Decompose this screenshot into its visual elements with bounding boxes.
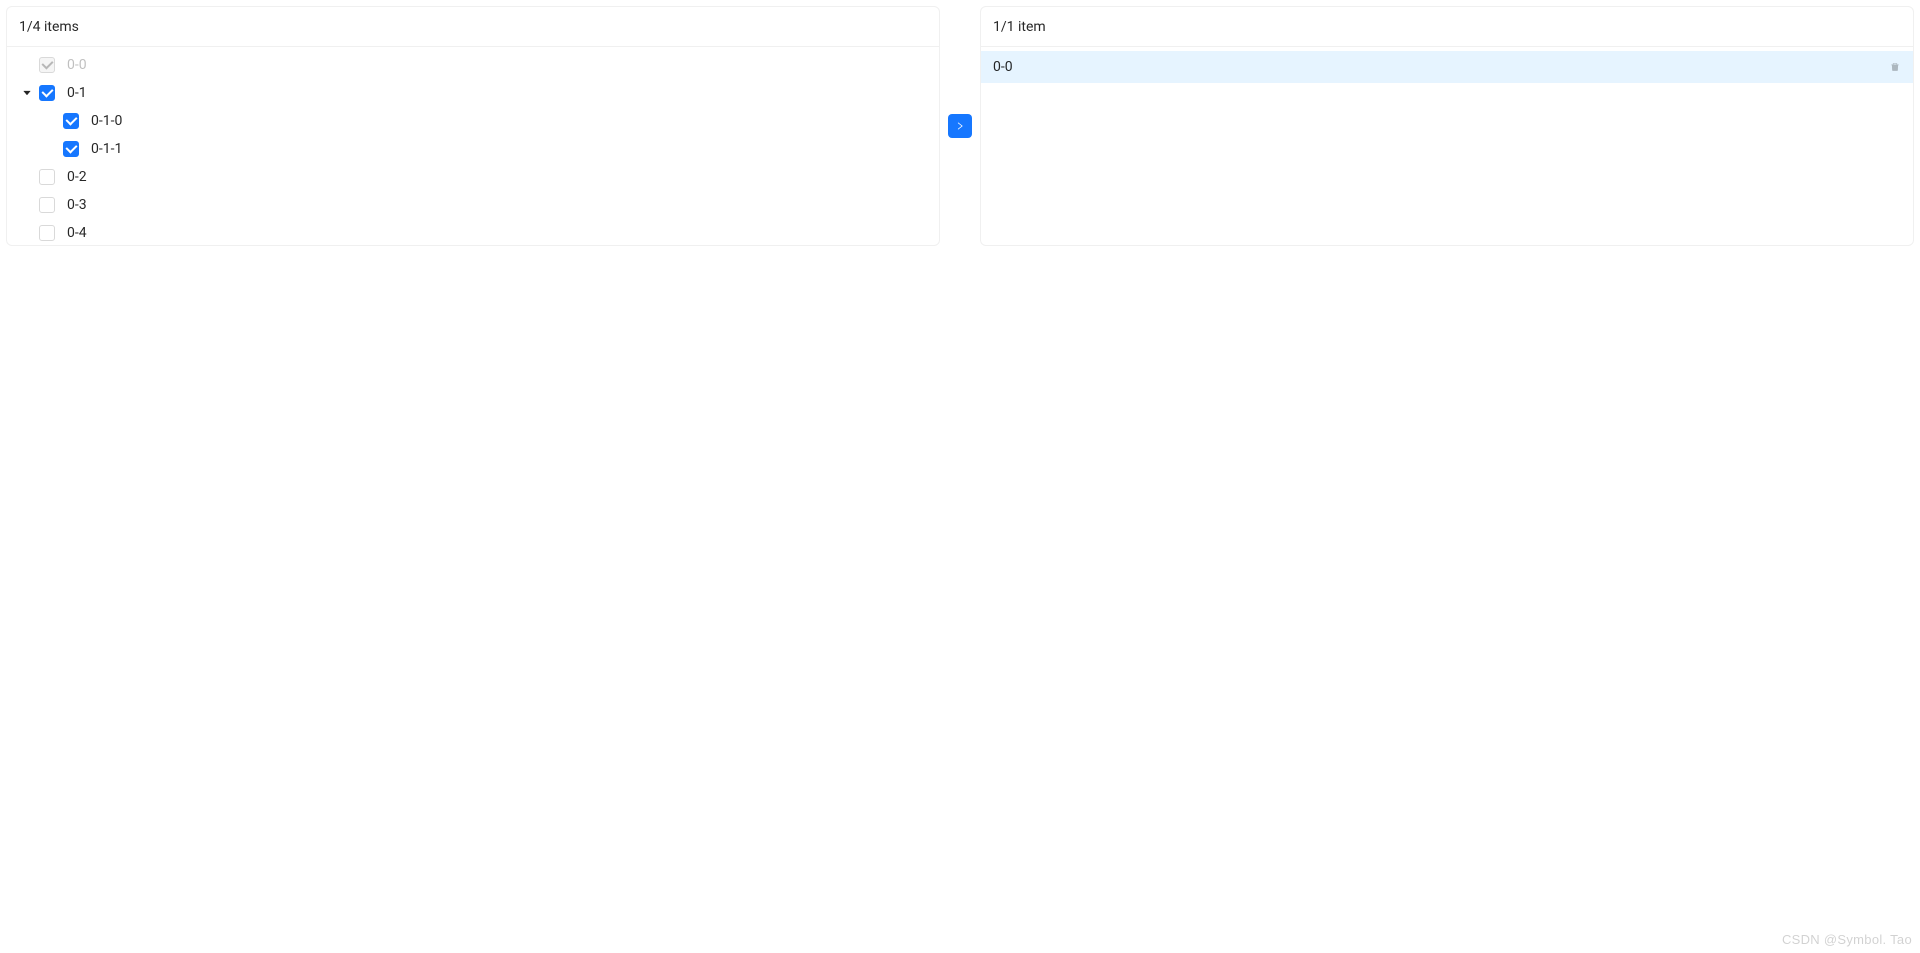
- tree-title[interactable]: 0-4: [63, 225, 91, 241]
- tree-checkbox-0-1-1[interactable]: [63, 141, 79, 157]
- tree-node-0-1-0: 0-1-0: [7, 107, 939, 135]
- tree-checkbox-0-0: [39, 57, 55, 73]
- transfer: 1/4 items 0-0 0-1 0-1-0 0-1-1 0-2 0-3 0-4 1/1 …: [0, 0, 1920, 252]
- delete-icon[interactable]: [1889, 61, 1901, 73]
- target-count-text: 1/1 item: [993, 19, 1046, 35]
- tree-checkbox-0-1[interactable]: [39, 85, 55, 101]
- tree-title[interactable]: 0-2: [63, 169, 91, 185]
- tree-node-0-1: 0-1: [7, 79, 939, 107]
- tree-indent: [15, 149, 39, 150]
- tree-node-0-0: 0-0: [7, 51, 939, 79]
- list-item-0-0[interactable]: 0-0: [981, 51, 1913, 83]
- source-panel-header: 1/4 items: [7, 7, 939, 47]
- operation-column: [940, 6, 980, 246]
- watermark-text: CSDN @Symbol. Tao: [1782, 932, 1912, 947]
- tree-checkbox-0-3[interactable]: [39, 197, 55, 213]
- tree-checkbox-0-1-0[interactable]: [63, 113, 79, 129]
- tree-title[interactable]: 0-1-0: [87, 113, 126, 129]
- transfer-right-button[interactable]: [948, 114, 972, 138]
- tree-node-0-1-1: 0-1-1: [7, 135, 939, 163]
- tree-title[interactable]: 0-1: [63, 85, 91, 101]
- tree-node-0-3: 0-3: [7, 191, 939, 219]
- source-count-text: 1/4 items: [19, 19, 79, 35]
- caret-down-icon[interactable]: [15, 81, 39, 105]
- tree-indent: [15, 121, 39, 122]
- tree-node-0-4: 0-4: [7, 219, 939, 245]
- tree-title[interactable]: 0-1-1: [87, 141, 126, 157]
- source-tree: 0-0 0-1 0-1-0 0-1-1 0-2 0-3 0-4: [7, 47, 939, 245]
- tree-title: 0-0: [63, 57, 91, 73]
- source-panel: 1/4 items 0-0 0-1 0-1-0 0-1-1 0-2 0-3 0-4: [6, 6, 940, 246]
- chevron-right-icon: [955, 121, 965, 131]
- target-list: 0-0: [981, 47, 1913, 245]
- tree-checkbox-0-4[interactable]: [39, 225, 55, 241]
- list-item-label: 0-0: [993, 59, 1013, 75]
- target-panel: 1/1 item 0-0: [980, 6, 1914, 246]
- tree-node-0-2: 0-2: [7, 163, 939, 191]
- tree-title[interactable]: 0-3: [63, 197, 91, 213]
- tree-checkbox-0-2[interactable]: [39, 169, 55, 185]
- target-panel-header: 1/1 item: [981, 7, 1913, 47]
